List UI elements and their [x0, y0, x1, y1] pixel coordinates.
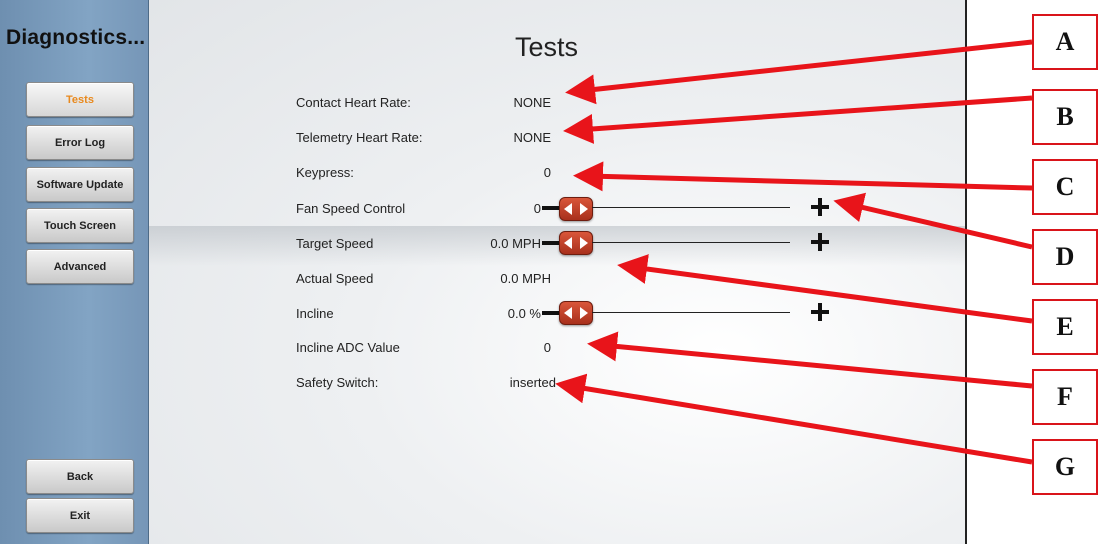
- left-right-arrows-icon[interactable]: [559, 231, 593, 255]
- target-speed-label: Target Speed: [296, 236, 374, 251]
- keypress-value: 0: [543, 165, 551, 180]
- callout-e: E: [1032, 299, 1098, 355]
- left-right-arrows-icon[interactable]: [559, 301, 593, 325]
- callout-g: G: [1032, 439, 1098, 495]
- keypress-label: Keypress:: [296, 165, 354, 180]
- minus-icon[interactable]: [542, 311, 560, 315]
- actual-speed-value: 0.0 MPH: [500, 271, 551, 286]
- sidebar: Diagnostics... Tests Error Log Software …: [0, 0, 149, 544]
- contact-heart-rate-label: Contact Heart Rate:: [296, 95, 411, 110]
- incline-track[interactable]: [592, 312, 790, 313]
- app-title: Diagnostics...: [6, 26, 146, 49]
- left-right-arrows-icon[interactable]: [559, 197, 593, 221]
- exit-button[interactable]: Exit: [26, 498, 134, 533]
- fan-speed-control-value: 0: [533, 201, 541, 216]
- callout-d: D: [1032, 229, 1098, 285]
- contact-heart-rate-value: NONE: [513, 95, 551, 110]
- incline-value: 0.0 %: [507, 306, 541, 321]
- target-speed-track[interactable]: [592, 242, 790, 243]
- fan-speed-track[interactable]: [592, 207, 790, 208]
- sidebar-item-software-update[interactable]: Software Update: [26, 167, 134, 202]
- callout-b: B: [1032, 89, 1098, 145]
- safety-switch-label: Safety Switch:: [296, 375, 379, 390]
- incline-adc-value-label: Incline ADC Value: [296, 340, 400, 355]
- callout-a: A: [1032, 14, 1098, 70]
- page-title: Tests: [515, 32, 579, 62]
- incline-label: Incline: [296, 306, 334, 321]
- target-speed-value: 0.0 MPH: [490, 236, 541, 251]
- minus-icon[interactable]: [542, 206, 560, 210]
- app-screen: Diagnostics... Tests Error Log Software …: [0, 0, 967, 544]
- incline-adc-value: 0: [543, 340, 551, 355]
- sidebar-item-tests[interactable]: Tests: [26, 82, 134, 117]
- sidebar-item-advanced[interactable]: Advanced: [26, 249, 134, 284]
- callout-c: C: [1032, 159, 1098, 215]
- telemetry-heart-rate-value: NONE: [513, 130, 551, 145]
- plus-icon[interactable]: [811, 198, 829, 216]
- sidebar-item-error-log[interactable]: Error Log: [26, 125, 134, 160]
- sidebar-item-touch-screen[interactable]: Touch Screen: [26, 208, 134, 243]
- back-button[interactable]: Back: [26, 459, 134, 494]
- safety-switch-value: inserted: [509, 375, 556, 390]
- main-panel: Tests Contact Heart Rate: NONE Telemetry…: [149, 0, 965, 544]
- actual-speed-label: Actual Speed: [296, 271, 374, 286]
- callout-f: F: [1032, 369, 1098, 425]
- plus-icon[interactable]: [811, 233, 829, 251]
- fan-speed-control-label: Fan Speed Control: [296, 201, 406, 216]
- telemetry-heart-rate-label: Telemetry Heart Rate:: [296, 130, 423, 145]
- plus-icon[interactable]: [811, 303, 829, 321]
- minus-icon[interactable]: [542, 241, 560, 245]
